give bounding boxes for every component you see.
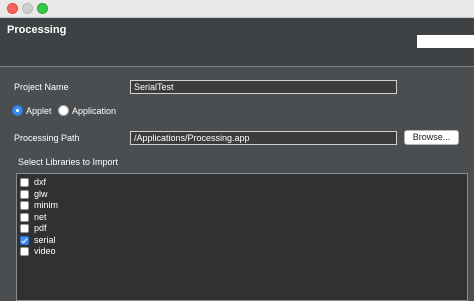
library-label: serial xyxy=(34,234,56,245)
applet-label: Applet xyxy=(26,106,52,116)
library-label: video xyxy=(34,246,56,256)
header-separator xyxy=(0,66,474,67)
minimize-window-button[interactable] xyxy=(22,3,33,14)
library-label: minim xyxy=(34,200,58,210)
processing-path-field[interactable]: /Applications/Processing.app xyxy=(130,131,397,145)
processing-path-label: Processing Path xyxy=(14,133,80,143)
application-radio[interactable] xyxy=(58,105,69,116)
close-window-button[interactable] xyxy=(7,3,18,14)
library-label: dxf xyxy=(34,177,47,187)
window-titlebar xyxy=(0,0,474,18)
header-panel: Processing xyxy=(0,18,474,66)
libraries-label: Select Libraries to Import xyxy=(18,157,119,167)
application-label: Application xyxy=(72,106,117,116)
library-checkbox[interactable] xyxy=(20,178,29,187)
library-checkbox[interactable] xyxy=(20,235,29,245)
library-checkbox[interactable] xyxy=(20,247,29,256)
libraries-list[interactable]: dxf glw minim net pdf serial video xyxy=(16,173,468,301)
library-checkbox[interactable] xyxy=(20,189,29,199)
library-label: net xyxy=(34,211,47,222)
header-input[interactable] xyxy=(417,35,474,48)
library-label: glw xyxy=(34,188,48,199)
browse-button[interactable]: Browse... xyxy=(404,130,459,145)
header-title: Processing xyxy=(7,24,67,36)
library-checkbox[interactable] xyxy=(20,224,29,233)
applet-radio[interactable] xyxy=(12,105,23,116)
zoom-window-button[interactable] xyxy=(37,3,48,14)
project-name-field[interactable]: SerialTest xyxy=(130,80,397,94)
library-label: pdf xyxy=(34,223,47,233)
library-checkbox[interactable] xyxy=(20,212,29,222)
library-checkbox[interactable] xyxy=(20,201,29,210)
project-name-label: Project Name xyxy=(14,82,69,92)
